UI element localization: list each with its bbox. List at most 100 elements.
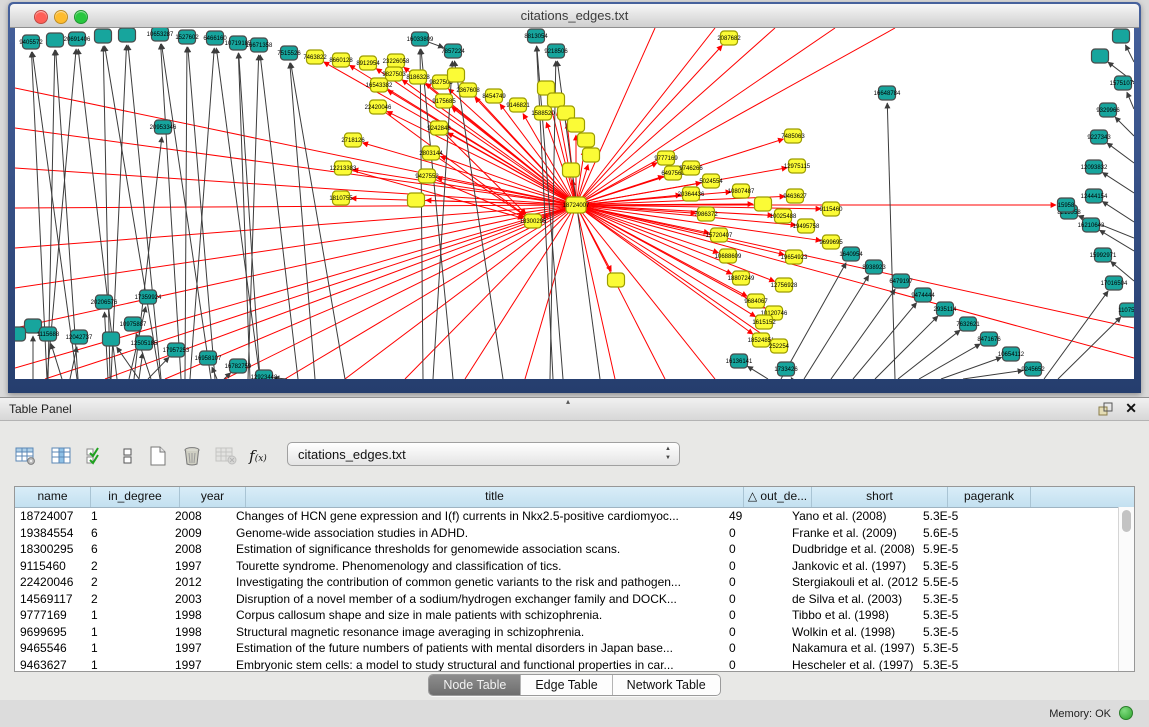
node-label: 9684067	[744, 299, 768, 305]
table-row[interactable]: 1456911722003Disruption of a novel membe…	[15, 591, 1134, 608]
network-node[interactable]	[448, 68, 465, 82]
table-row[interactable]: 946362711997Embryonic stem cells: a mode…	[15, 657, 1134, 673]
network-node[interactable]	[578, 133, 595, 147]
node-label: 15751074	[1110, 81, 1134, 87]
network-node[interactable]	[755, 197, 772, 211]
node-label: 10807487	[728, 189, 755, 195]
network-node[interactable]	[119, 28, 136, 42]
node-label: 1527602	[175, 35, 199, 41]
table-row[interactable]: 911546021997Tourette syndrome. Phenomeno…	[15, 558, 1134, 575]
function-builder-icon[interactable]: f(x)	[244, 441, 272, 471]
node-label: 16782759	[225, 364, 252, 370]
node-label: 20206576	[91, 300, 118, 306]
float-window-icon[interactable]	[1098, 402, 1113, 416]
node-label: 12093832	[1081, 165, 1108, 171]
node-label: 6479197	[889, 279, 913, 285]
column-header[interactable]: short	[812, 487, 948, 507]
tab-node-table[interactable]: Node Table	[429, 675, 521, 695]
node-table: namein_degreeyeartitle△ out_de...shortpa…	[14, 486, 1135, 672]
node-label: 252254	[769, 344, 790, 350]
node-label: 9115460	[820, 207, 844, 213]
node-label: 20691406	[64, 37, 91, 43]
node-label: 8454749	[482, 94, 506, 100]
network-node[interactable]	[583, 148, 600, 162]
table-cell: 0	[724, 558, 787, 575]
network-node[interactable]	[1092, 49, 1109, 63]
network-edge	[1107, 143, 1134, 163]
window-titlebar[interactable]: citations_edges.txt	[10, 4, 1139, 28]
node-label: 17957253	[163, 348, 190, 354]
row-height-icon[interactable]	[114, 441, 142, 471]
tab-network-table[interactable]: Network Table	[613, 675, 720, 695]
scrollbar-thumb[interactable]	[1122, 510, 1131, 532]
column-header[interactable]: in_degree	[91, 487, 180, 507]
table-row[interactable]: 1938455462009Genome-wide association stu…	[15, 525, 1134, 542]
node-label: 1733426	[774, 367, 798, 373]
table-panel-header[interactable]: ▴ Table Panel ✕	[0, 397, 1149, 421]
table-row[interactable]: 946554611997Estimation of the future num…	[15, 640, 1134, 657]
node-label: 20953346	[150, 125, 177, 131]
network-node[interactable]	[563, 163, 580, 177]
network-graph[interactable]: 1872400718300295866012889129542322605898…	[15, 28, 1134, 379]
node-label: 18300295	[520, 219, 547, 225]
vertical-scrollbar[interactable]	[1118, 507, 1134, 671]
column-header[interactable]: △ out_de...	[744, 487, 812, 507]
table-cell: Wolkin et al. (1998)	[787, 624, 918, 641]
table-row[interactable]: 969969511998Structural magnetic resonanc…	[15, 624, 1134, 641]
network-node[interactable]	[103, 332, 120, 346]
network-edge	[1127, 92, 1134, 109]
column-header[interactable]: year	[180, 487, 246, 507]
node-label: 8471676	[977, 337, 1001, 343]
node-label: 8813054	[524, 34, 548, 40]
table-row[interactable]: 2242004622012Investigating the contribut…	[15, 574, 1134, 591]
table-row[interactable]: 1872400712008Changes of HCN gene express…	[15, 508, 1134, 525]
table-cell: Stergiakouli et al. (2012)	[787, 574, 918, 591]
tab-edge-table[interactable]: Edge Table	[521, 675, 612, 695]
node-label: 12213383	[330, 166, 357, 172]
node-label: 10025488	[770, 214, 797, 220]
close-panel-icon[interactable]: ✕	[1125, 400, 1137, 417]
network-window: citations_edges.txt 18724007183002958660…	[8, 2, 1141, 393]
network-node[interactable]	[1113, 29, 1130, 43]
table-cell: 1	[86, 657, 170, 673]
table-cell: 9699695	[15, 624, 86, 641]
network-canvas[interactable]: 1872400718300295866012889129542322605898…	[15, 28, 1134, 379]
column-header[interactable]: title	[246, 487, 744, 507]
node-label: 7632621	[956, 322, 980, 328]
table-cell: 5.6E-5	[918, 525, 996, 542]
column-header[interactable]: pagerank	[948, 487, 1031, 507]
select-rows-icon[interactable]	[82, 441, 110, 471]
table-cell: 1998	[170, 607, 231, 624]
network-node[interactable]	[548, 93, 565, 107]
column-header[interactable]: name	[15, 487, 91, 507]
node-label: 9227343	[1087, 135, 1111, 141]
split-grip-icon[interactable]: ▴	[566, 397, 570, 406]
table-select-dropdown[interactable]: citations_edges.txt ▲▼	[287, 442, 680, 466]
table-cell: 2	[86, 591, 170, 608]
delete-table-icon[interactable]	[178, 441, 206, 471]
node-label: 7986372	[694, 212, 718, 218]
network-edge	[103, 46, 110, 379]
network-node[interactable]	[47, 33, 64, 47]
node-label: 9245652	[1021, 367, 1045, 373]
table-cell: Tourette syndrome. Phenomenology and cla…	[231, 558, 724, 575]
dropdown-arrows-icon: ▲▼	[665, 445, 671, 463]
node-label: 10653287	[147, 32, 174, 38]
network-node[interactable]	[608, 273, 625, 287]
node-label: 9777169	[654, 156, 678, 162]
show-column-icon[interactable]	[48, 441, 76, 471]
network-node[interactable]	[568, 118, 585, 132]
network-node[interactable]	[95, 29, 112, 43]
network-edge	[15, 205, 576, 208]
table-cell: 2	[86, 574, 170, 591]
new-table-icon[interactable]	[144, 441, 172, 471]
table-cell: 2009	[170, 525, 231, 542]
table-cell: 1998	[170, 624, 231, 641]
table-row[interactable]: 1830029562008Estimation of significance …	[15, 541, 1134, 558]
network-node[interactable]	[15, 327, 26, 341]
network-edge	[1115, 117, 1134, 136]
network-node[interactable]	[408, 193, 425, 207]
table-row[interactable]: 977716911998Corpus callosum shape and si…	[15, 607, 1134, 624]
node-label: 19495758	[793, 224, 820, 230]
table-settings-icon[interactable]	[12, 441, 40, 471]
